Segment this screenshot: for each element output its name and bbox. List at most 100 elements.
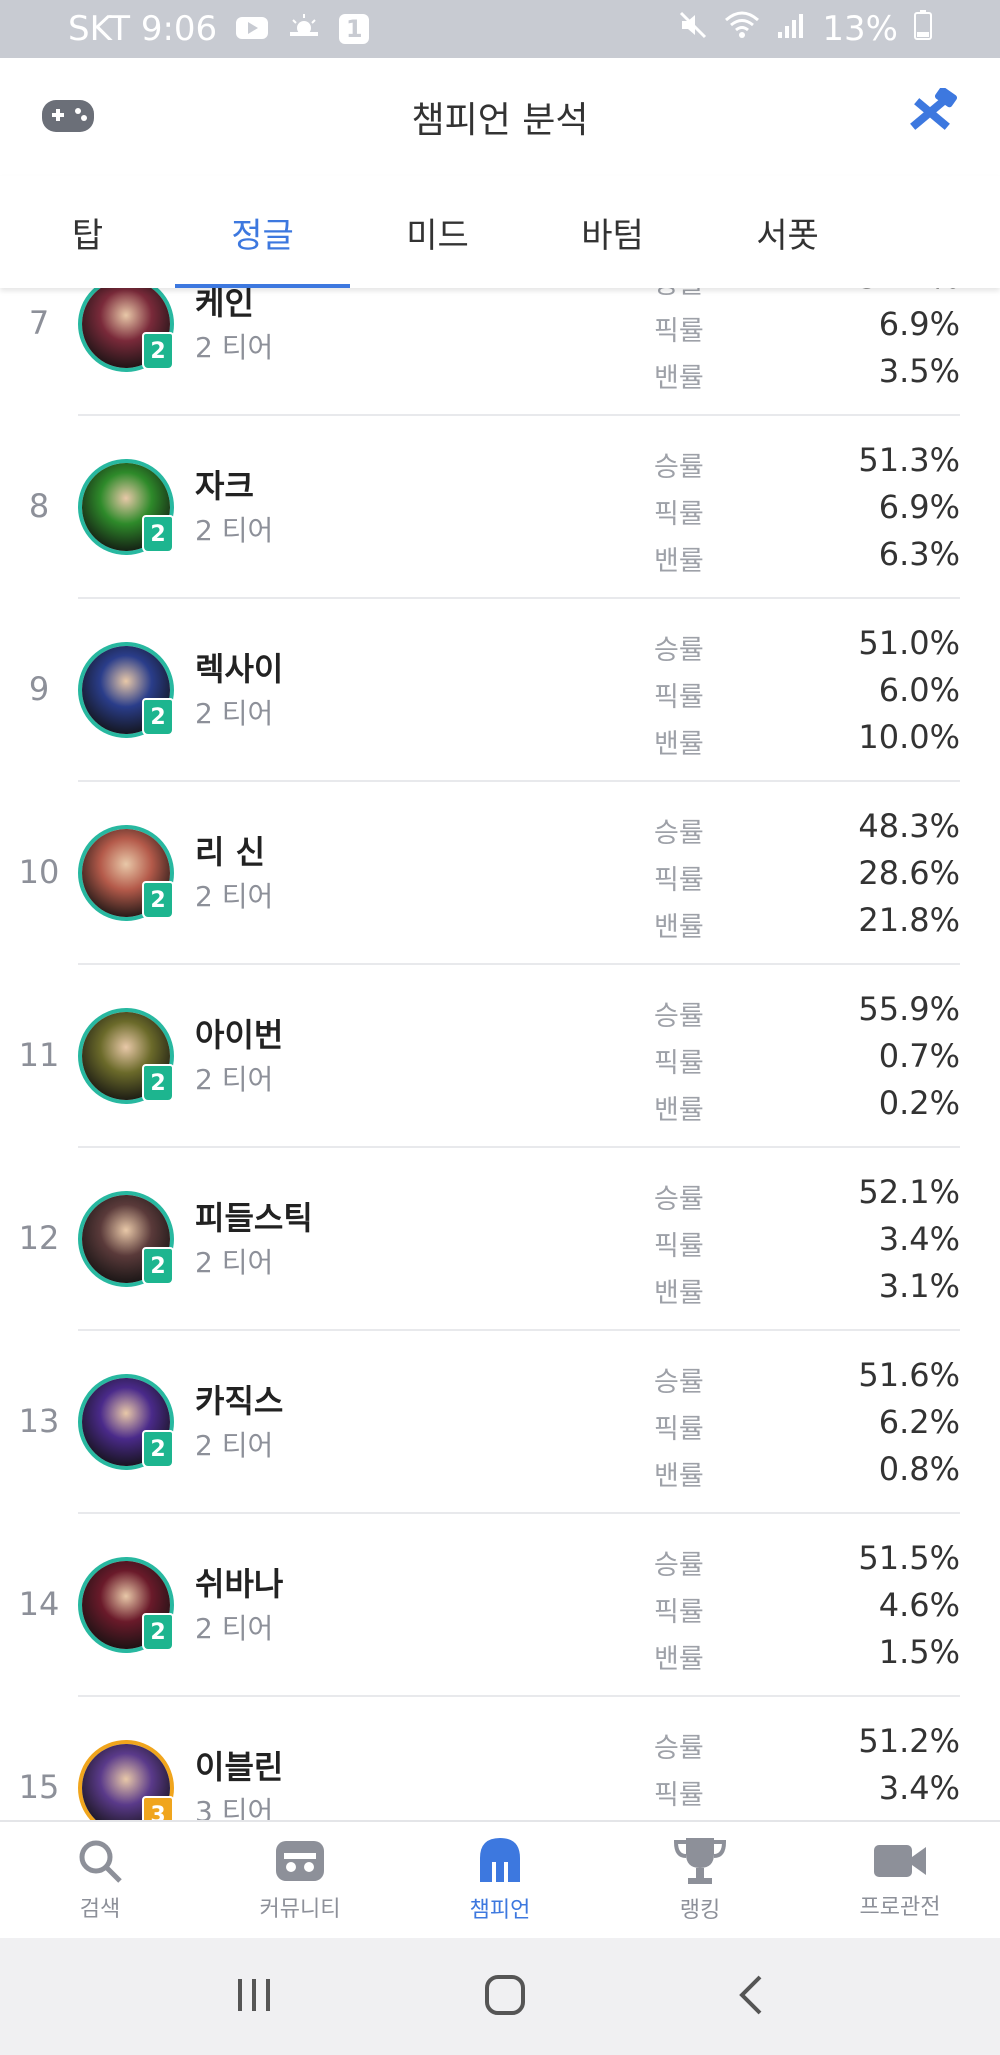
- rank-number: 10: [18, 853, 60, 891]
- tier-badge: 2: [142, 332, 174, 370]
- tab-top[interactable]: 탑: [0, 176, 175, 288]
- win-rate-label: 승률: [654, 1001, 704, 1032]
- pick-rate-label: 픽률: [654, 1048, 704, 1079]
- champion-tier: 3 티어: [195, 1795, 274, 1820]
- mute-icon: [678, 9, 708, 49]
- home-icon[interactable]: [483, 1973, 527, 2021]
- champion-icon: [480, 1838, 520, 1882]
- ban-rate-label: 밴률: [654, 1644, 704, 1675]
- champion-row[interactable]: 8 2 자크 2 티어 승률 51.3% 픽률 6.9% 밴률 6.3%: [0, 416, 1000, 599]
- win-rate-value: 55.9%: [858, 990, 960, 1028]
- rank-number: 14: [18, 1585, 60, 1623]
- ban-rate-label: 밴률: [654, 729, 704, 760]
- win-rate-value: 48.3%: [858, 807, 960, 845]
- pick-rate-value: 3.4%: [878, 1769, 960, 1807]
- tab-label: 서폿: [756, 215, 819, 256]
- champion-list[interactable]: 7 2 케인 2 티어 승률 51.7% 픽률: [0, 288, 1000, 1820]
- win-rate-label: 승률: [654, 1733, 704, 1764]
- ban-rate-label: 밴률: [654, 363, 704, 394]
- champion-tier: 2 티어: [195, 880, 274, 913]
- tab-jungle[interactable]: 정글: [175, 176, 350, 288]
- tab-label: 미드: [406, 215, 469, 256]
- community-icon: [276, 1841, 324, 1881]
- champion-name: 쉬바나: [195, 1565, 284, 1603]
- page-title: 챔피언 분석: [411, 100, 589, 141]
- ban-rate-value: 1.5%: [878, 1633, 960, 1671]
- carrier-time: SKT 9:06: [68, 9, 218, 49]
- trophy-icon: [674, 1838, 726, 1884]
- champion-tier: 2 티어: [195, 514, 274, 547]
- tier-badge: 2: [142, 1430, 174, 1468]
- ban-rate-value: 21.8%: [858, 901, 960, 939]
- champion-row[interactable]: 9 2 렉사이 2 티어 승률 51.0% 픽률 6.0% 밴률 10.0%: [0, 599, 1000, 782]
- recent-apps-icon[interactable]: [234, 1977, 274, 2017]
- tier-badge: 2: [142, 698, 174, 736]
- search-icon: [79, 1840, 122, 1883]
- pick-rate-value: 28.6%: [858, 854, 960, 892]
- champion-row[interactable]: 10 2 리 신 2 티어 승률 48.3% 픽률 28.6% 밴률 21.8%: [0, 782, 1000, 965]
- champion-tier: 2 티어: [195, 697, 274, 730]
- champion-row[interactable]: 14 2 쉬바나 2 티어 승률 51.5% 픽률 4.6% 밴률 1.5%: [0, 1514, 1000, 1697]
- weather-icon: [287, 9, 321, 49]
- tab-bottom[interactable]: 바텀: [525, 176, 700, 288]
- pick-rate-label: 픽률: [654, 865, 704, 896]
- win-rate-value: 51.3%: [858, 441, 960, 479]
- nav-community[interactable]: 커뮤니티: [200, 1822, 400, 1938]
- champion-name: 아이번: [195, 1016, 284, 1054]
- tab-label: 정글: [231, 215, 294, 256]
- app-header: 챔피언 분석: [0, 58, 1000, 176]
- win-rate-value: 51.2%: [858, 1722, 960, 1760]
- champion-row[interactable]: 13 2 카직스 2 티어 승률 51.6% 픽률 6.2% 밴률 0.8%: [0, 1331, 1000, 1514]
- champion-tier: 2 티어: [195, 1063, 274, 1096]
- champion-row[interactable]: 12 2 피들스틱 2 티어 승률 52.1% 픽률 3.4% 밴률 3.1%: [0, 1148, 1000, 1331]
- tier-badge: 3: [142, 1796, 174, 1820]
- tab-support[interactable]: 서폿: [700, 176, 875, 288]
- champion-name: 리 신: [195, 833, 266, 871]
- win-rate-label: 승률: [654, 452, 704, 483]
- nav-search[interactable]: 검색: [0, 1822, 200, 1938]
- win-rate-label: 승률: [654, 1367, 704, 1398]
- champion-name: 자크: [195, 467, 254, 505]
- ban-rate-value: 0.8%: [878, 1450, 960, 1488]
- nav-champion[interactable]: 챔피언: [400, 1822, 600, 1938]
- pick-rate-label: 픽률: [654, 1597, 704, 1628]
- tools-icon[interactable]: [900, 86, 960, 144]
- champion-tier: 2 티어: [195, 1612, 274, 1645]
- nav-ranking[interactable]: 랭킹: [600, 1822, 800, 1938]
- pick-rate-value: 6.2%: [878, 1403, 960, 1441]
- win-rate-value: 52.1%: [858, 1173, 960, 1211]
- nav-label: 프로관전: [859, 1895, 941, 1920]
- rank-number: 8: [28, 487, 50, 525]
- rank-number: 11: [18, 1036, 60, 1074]
- win-rate-value: 51.5%: [858, 1539, 960, 1577]
- tab-mid[interactable]: 미드: [350, 176, 525, 288]
- champion-row[interactable]: 7 2 케인 2 티어 승률 51.7% 픽률: [0, 288, 1000, 416]
- battery-icon: [914, 9, 932, 49]
- ban-rate-label: 밴률: [654, 912, 704, 943]
- tier-badge: 2: [142, 1247, 174, 1285]
- champion-row[interactable]: 11 2 아이번 2 티어 승률 55.9% 픽률 0.7% 밴률 0.2%: [0, 965, 1000, 1148]
- youtube-icon: [235, 9, 269, 49]
- ban-rate-value: 0.2%: [878, 1084, 960, 1122]
- pick-rate-value: 6.0%: [878, 671, 960, 709]
- pick-rate-label: 픽률: [654, 682, 704, 713]
- champion-name: 케인: [195, 288, 254, 322]
- back-icon[interactable]: [736, 1973, 766, 2021]
- pick-rate-value: 0.7%: [878, 1037, 960, 1075]
- signal-icon: [776, 9, 806, 49]
- ban-rate-value: 10.0%: [858, 718, 960, 756]
- status-bar: SKT 9:06 1 13%: [0, 0, 1000, 58]
- rank-number: 13: [18, 1402, 60, 1440]
- win-rate-value: 51.6%: [858, 1356, 960, 1394]
- nav-pro-watch[interactable]: 프로관전: [800, 1822, 1000, 1938]
- ban-rate-label: 밴률: [654, 1278, 704, 1309]
- ban-rate-value: 6.3%: [878, 535, 960, 573]
- rank-number: 7: [28, 304, 50, 342]
- champion-name: 이블린: [195, 1748, 284, 1786]
- nav-label: 랭킹: [679, 1898, 721, 1923]
- video-icon: [874, 1845, 926, 1877]
- win-rate-label: 승률: [654, 818, 704, 849]
- pick-rate-label: 픽률: [654, 1780, 704, 1811]
- champion-row[interactable]: 15 3 이블린 3 티어 승률 51.2% 픽률 3.4%: [0, 1697, 1000, 1820]
- gamepad-icon[interactable]: [40, 94, 96, 142]
